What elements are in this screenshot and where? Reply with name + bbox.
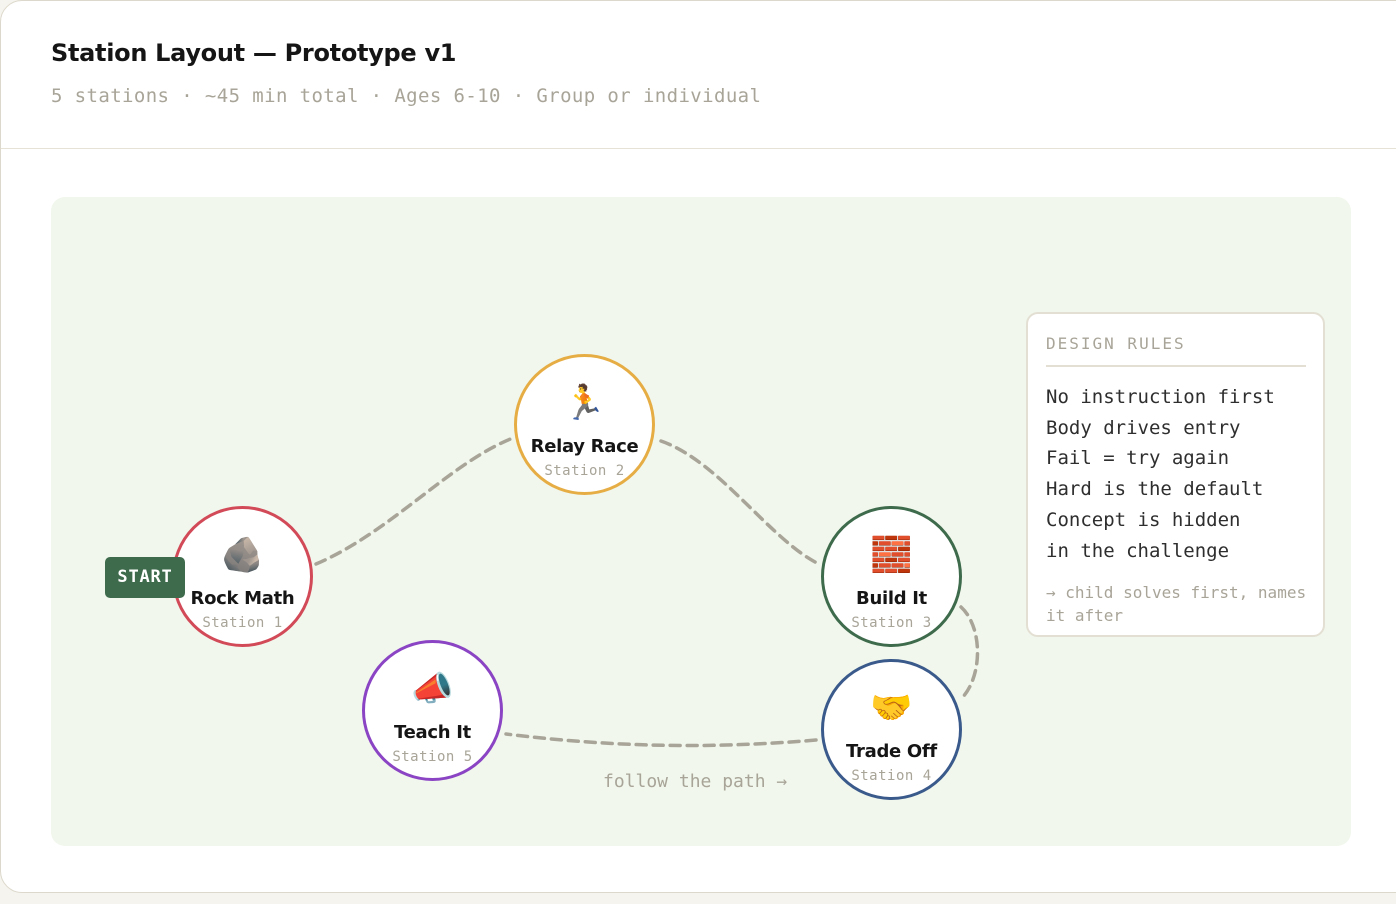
station-number: Station 3 — [851, 615, 932, 631]
bricks-icon: 🧱 — [870, 535, 913, 575]
station-trade-off[interactable]: 🤝 Trade Off Station 4 — [821, 659, 962, 800]
station-name: Relay Race — [530, 436, 639, 457]
page-title: Station Layout — Prototype v1 — [51, 39, 457, 67]
design-rule-item: Fail = try again — [1046, 447, 1230, 470]
handshake-icon: 🤝 — [870, 688, 913, 728]
design-rules-panel: DESIGN RULES No instruction first Body d… — [1026, 312, 1325, 637]
design-rules-note: → child solves first, names it after — [1046, 583, 1307, 625]
design-rule-item: Concept is hidden — [1046, 508, 1241, 531]
rock-icon: 🪨 — [221, 535, 264, 575]
design-rule-item: Body drives entry — [1046, 416, 1241, 439]
station-number: Station 4 — [851, 768, 932, 784]
divider — [1046, 365, 1306, 367]
station-rock-math[interactable]: 🪨 Rock Math Station 1 — [172, 506, 313, 647]
start-badge: START — [105, 557, 185, 598]
station-name: Rock Math — [190, 588, 295, 609]
design-rule-item: Hard is the default — [1046, 478, 1264, 501]
page-subtitle: 5 stations · ~45 min total · Ages 6-10 ·… — [51, 85, 762, 107]
station-name: Trade Off — [846, 741, 937, 762]
megaphone-icon: 📣 — [411, 669, 454, 709]
path-4-to-5 — [504, 732, 818, 748]
design-rules-title: DESIGN RULES — [1046, 334, 1186, 353]
path-1-to-2 — [314, 436, 515, 566]
path-label: follow the path → — [603, 771, 788, 792]
card-header: Station Layout — Prototype v1 5 stations… — [1, 1, 1396, 149]
station-relay-race[interactable]: 🏃 Relay Race Station 2 — [514, 354, 655, 495]
station-layout-card: Station Layout — Prototype v1 5 stations… — [0, 0, 1396, 893]
path-2-to-3 — [659, 439, 823, 567]
station-number: Station 5 — [392, 749, 473, 765]
runner-icon: 🏃 — [563, 383, 606, 423]
station-number: Station 2 — [544, 463, 625, 479]
station-map: 🪨 Rock Math Station 1 🏃 Relay Race Stati… — [51, 197, 1351, 846]
station-teach-it[interactable]: 📣 Teach It Station 5 — [362, 640, 503, 781]
station-number: Station 1 — [202, 615, 283, 631]
design-rule-item: in the challenge — [1046, 539, 1230, 562]
station-name: Build It — [856, 588, 927, 609]
station-name: Teach It — [394, 722, 471, 743]
path-3-to-4 — [959, 605, 980, 701]
design-rule-item: No instruction first — [1046, 386, 1275, 408]
station-build-it[interactable]: 🧱 Build It Station 3 — [821, 506, 962, 647]
design-rules-list: No instruction first Body drives entry F… — [1046, 382, 1275, 566]
